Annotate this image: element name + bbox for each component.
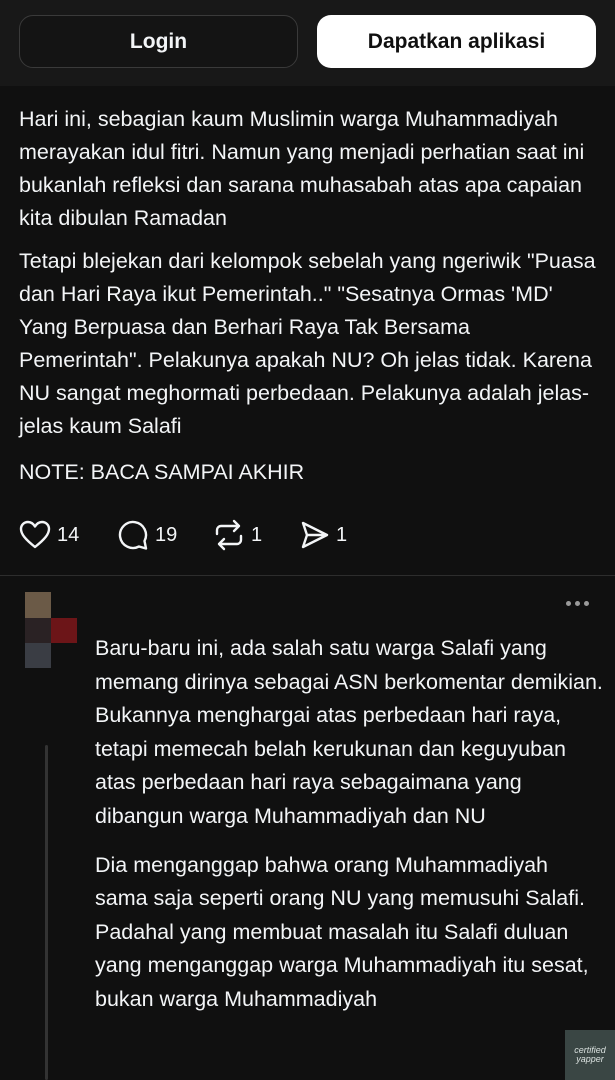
post-body: Hari ini, sebagian kaum Muslimin warga M… <box>19 103 599 499</box>
divider <box>0 575 615 576</box>
avatar[interactable] <box>25 592 77 668</box>
comment-button[interactable]: 19 <box>117 519 213 551</box>
reply-body: Baru-baru ini, ada salah satu warga Sala… <box>95 632 605 1032</box>
watermark-text: certified yapper <box>574 1045 606 1064</box>
repost-button[interactable]: 1 <box>213 519 300 551</box>
reply-paragraph: Baru-baru ini, ada salah satu warga Sala… <box>95 636 603 828</box>
post-note: NOTE: BACA SAMPAI AKHIR <box>19 460 305 484</box>
comment-count: 19 <box>155 523 178 546</box>
heart-icon <box>19 520 51 549</box>
post-paragraph: Tetapi blejekan dari kelompok sebelah ya… <box>19 249 596 438</box>
post-paragraph: Hari ini, sebagian kaum Muslimin warga M… <box>19 107 585 230</box>
get-app-button[interactable]: Dapatkan aplikasi <box>317 15 596 68</box>
reply-paragraph: Dia menganggap bahwa orang Muhammadiyah … <box>95 852 589 1011</box>
top-bar: Login Dapatkan aplikasi <box>0 0 615 86</box>
repost-icon <box>215 519 243 551</box>
thread-line <box>45 745 48 1080</box>
watermark: certified yapper <box>565 1030 615 1080</box>
repost-count: 1 <box>251 523 263 546</box>
like-count: 14 <box>57 523 80 546</box>
share-icon <box>301 521 329 549</box>
post-actions: 14 19 1 1 <box>19 518 347 552</box>
comment-icon <box>118 520 148 550</box>
share-count: 1 <box>336 523 348 546</box>
share-button[interactable]: 1 <box>300 520 347 550</box>
more-icon[interactable] <box>566 601 589 606</box>
login-button[interactable]: Login <box>19 15 298 68</box>
like-button[interactable]: 14 <box>19 520 117 550</box>
